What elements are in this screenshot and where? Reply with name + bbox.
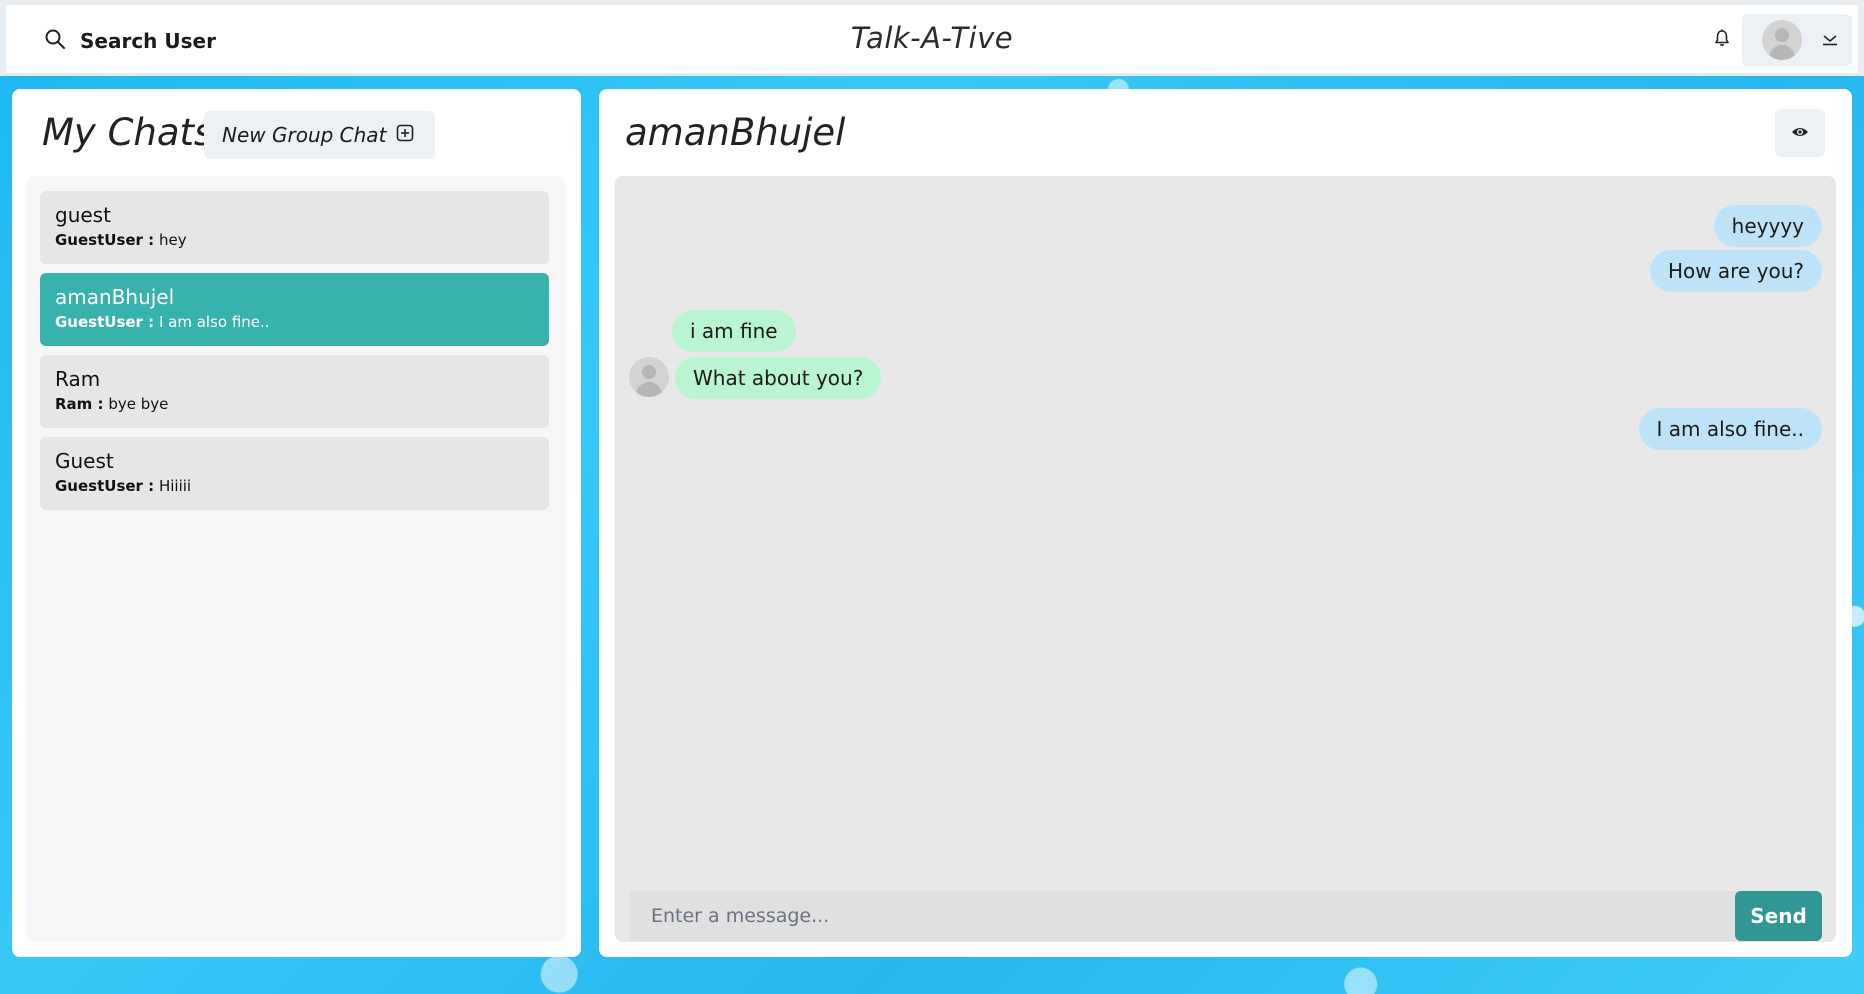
- chat-name: guest: [55, 203, 111, 227]
- new-group-chat-button[interactable]: New Group Chat: [204, 111, 435, 159]
- chat-list: guest GuestUser : hey amanBhujel GuestUs…: [26, 176, 565, 942]
- chat-title: amanBhujel: [625, 111, 846, 154]
- add-square-icon: [396, 124, 414, 146]
- message-input[interactable]: [629, 891, 1739, 941]
- avatar: [1762, 20, 1802, 60]
- chat-list-item-active[interactable]: amanBhujel GuestUser : I am also fine..: [40, 273, 549, 346]
- bell-icon[interactable]: [1714, 29, 1730, 51]
- chat-preview-text: bye bye: [108, 395, 169, 413]
- chat-list-item[interactable]: Guest GuestUser : Hiiiii: [40, 437, 549, 510]
- my-chats-panel: My Chats New Group Chat guest GuestUser …: [12, 89, 581, 957]
- chat-name: Ram: [55, 367, 101, 391]
- new-group-chat-label: New Group Chat: [222, 123, 387, 147]
- chat-name: Guest: [55, 449, 114, 473]
- chat-preview-sender: GuestUser :: [55, 477, 155, 495]
- view-profile-button[interactable]: [1775, 109, 1825, 157]
- messages-area: heyyyy How are you? i am fine What about…: [615, 176, 1836, 942]
- message-bubble-incoming: i am fine: [672, 310, 796, 352]
- top-navbar: Search User Talk-A-Tive: [0, 5, 1864, 76]
- chat-box-panel: amanBhujel heyyyy How are you? i am fine…: [599, 89, 1852, 957]
- message-bubble-incoming: What about you?: [675, 357, 882, 399]
- chat-preview-text: hey: [158, 231, 187, 249]
- message-bubble-outgoing: How are you?: [1649, 250, 1822, 292]
- chat-preview-text: I am also fine..: [158, 313, 270, 331]
- message-bubble-outgoing: heyyyy: [1713, 205, 1822, 247]
- app-title: Talk-A-Tive: [850, 21, 1014, 55]
- message-input-row: Send: [629, 891, 1822, 941]
- chat-preview-sender: GuestUser :: [55, 313, 155, 331]
- chat-list-item[interactable]: Ram Ram : bye bye: [40, 355, 549, 428]
- chat-preview-text: Hiiiii: [158, 477, 192, 495]
- chat-preview-sender: GuestUser :: [55, 231, 155, 249]
- my-chats-title: My Chats: [42, 111, 214, 154]
- sender-avatar[interactable]: [629, 357, 669, 397]
- message-bubble-outgoing: I am also fine..: [1638, 408, 1822, 450]
- eye-icon: [1791, 124, 1809, 143]
- chat-list-item[interactable]: guest GuestUser : hey: [40, 191, 549, 264]
- chat-name: amanBhujel: [55, 285, 175, 309]
- chat-preview-sender: Ram :: [55, 395, 104, 413]
- profile-menu-button[interactable]: [1742, 14, 1852, 66]
- chevron-down-icon: [1822, 31, 1838, 50]
- send-button[interactable]: Send: [1735, 891, 1822, 941]
